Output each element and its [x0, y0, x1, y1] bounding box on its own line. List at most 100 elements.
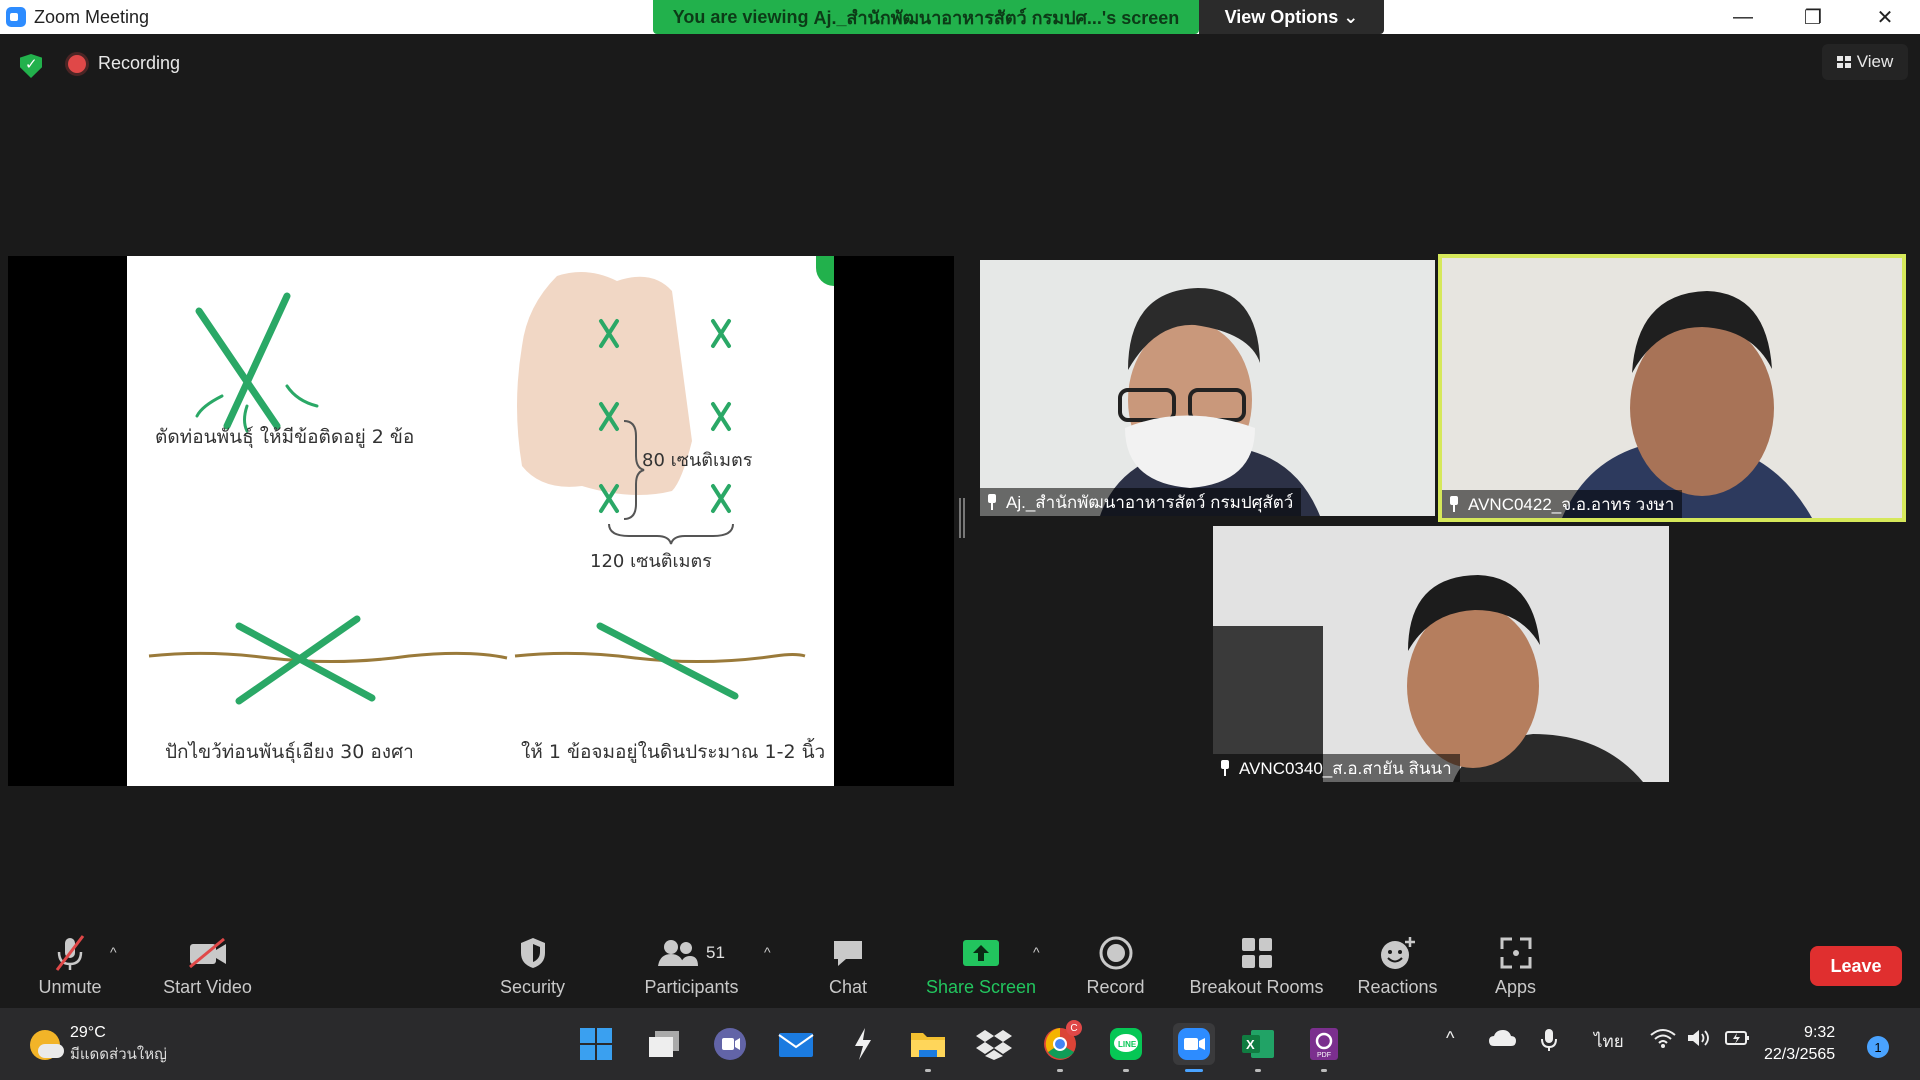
recording-dot-icon — [68, 55, 86, 73]
video-off-icon — [188, 938, 226, 968]
chrome-button[interactable]: C — [1042, 1020, 1082, 1072]
battery-button[interactable] — [1724, 1028, 1752, 1053]
svg-text:X: X — [1246, 1037, 1255, 1052]
weather-description: มีแดดส่วนใหญ่ — [70, 1046, 167, 1063]
close-button[interactable]: ✕ — [1850, 0, 1920, 34]
reactions-button[interactable]: Reactions — [1350, 922, 1445, 1008]
security-shield-icon — [520, 938, 545, 968]
view-options-button[interactable]: View Options ⌄ — [1199, 0, 1384, 34]
pdf-app-button[interactable]: PDF — [1306, 1026, 1342, 1072]
line-icon: LINE — [1110, 1028, 1142, 1060]
minimize-button[interactable]: — — [1708, 0, 1778, 34]
share-options-caret[interactable]: ^ — [1033, 944, 1040, 960]
dropbox-icon — [976, 1030, 1012, 1060]
clock-date: 22/3/2565 — [1764, 1046, 1836, 1063]
window-title: Zoom Meeting — [34, 6, 150, 27]
crossed-cuttings-illustration — [195, 292, 319, 433]
microphone-tray-icon — [1541, 1029, 1557, 1051]
tray-overflow-caret[interactable]: ^ — [1446, 1028, 1454, 1049]
chat-button[interactable]: Chat — [808, 922, 888, 1008]
input-language[interactable]: ไทย — [1594, 1028, 1624, 1055]
task-view-icon — [649, 1031, 679, 1057]
slide-caption-cross-planting: ปักไขว้ท่อนพันธุ์เอียง 30 องศา — [165, 741, 414, 763]
chat-label: Chat — [828, 977, 868, 997]
volume-button[interactable] — [1686, 1028, 1710, 1053]
share-banner-prefix: You are viewing — [672, 6, 809, 27]
security-button[interactable]: Security — [485, 922, 580, 1008]
microphone-tray-button[interactable] — [1540, 1028, 1558, 1057]
chat-bubble-icon — [834, 941, 862, 966]
share-screen-icon — [963, 940, 999, 966]
record-button[interactable]: Record — [1078, 922, 1153, 1008]
apps-icon — [1500, 937, 1531, 969]
security-label: Security — [499, 977, 566, 997]
excel-button[interactable]: X — [1240, 1026, 1276, 1072]
line-app-button[interactable]: LINE — [1108, 1026, 1144, 1072]
video-tile-active-speaker[interactable]: AVNC0422_จ.อ.อาทร วงษา — [1438, 254, 1906, 522]
windows-start-icon — [580, 1028, 612, 1060]
notification-badge[interactable]: 1 — [1867, 1036, 1889, 1058]
audio-options-caret[interactable]: ^ — [110, 944, 117, 960]
reactions-smiley-icon — [1380, 937, 1415, 969]
participants-options-caret[interactable]: ^ — [764, 944, 771, 960]
participant-name-tag: AVNC0422_จ.อ.อาทร วงษา — [1442, 490, 1683, 518]
view-label: View — [1856, 52, 1894, 71]
participants-button[interactable]: 51 Participants — [634, 922, 749, 1008]
video-tile-presenter[interactable]: Aj._สำนักพัฒนาอาหารสัตว์ กรมปศุสัตว์ — [980, 260, 1435, 516]
lightning-app-icon — [855, 1028, 871, 1060]
mail-app-button[interactable] — [778, 1026, 814, 1062]
unmute-button[interactable]: Unmute — [20, 922, 120, 1008]
app-lightning-button[interactable] — [845, 1026, 881, 1062]
presentation-slide: ตัดท่อนพันธุ์ ให้มีข้อติดอยู่ 2 ข้อ 80 เ… — [127, 256, 834, 786]
start-video-button[interactable]: Start Video — [150, 922, 265, 1008]
weather-widget[interactable]: 29°C มีแดดส่วนใหญ่ — [30, 1024, 167, 1066]
split-divider-handle[interactable] — [959, 498, 965, 538]
crossed-planting-illustration — [148, 615, 508, 705]
battery-charging-icon — [1725, 1031, 1749, 1045]
planting-field-illustration — [517, 272, 734, 545]
participant-name: Aj._สำนักพัฒนาอาหารสัตว์ กรมปศุสัตว์ — [1006, 492, 1294, 512]
breakout-rooms-button[interactable]: Breakout Rooms — [1184, 922, 1329, 1008]
zoom-app-button[interactable] — [1173, 1023, 1215, 1072]
encryption-shield-icon[interactable] — [20, 54, 42, 78]
speaker-icon — [1688, 1030, 1709, 1046]
zoom-app-icon — [6, 7, 26, 27]
weather-temperature: 29°C — [70, 1024, 106, 1041]
share-screen-button[interactable]: Share Screen — [920, 922, 1042, 1008]
pin-icon — [1219, 760, 1231, 776]
wifi-button[interactable] — [1650, 1028, 1676, 1053]
start-button[interactable] — [578, 1026, 614, 1062]
windows-taskbar: 29°C มีแดดส่วนใหญ่ C LINE X PDF ^ ไทย 9:… — [0, 1008, 1920, 1080]
apps-button[interactable]: Apps — [1478, 922, 1553, 1008]
start-video-label: Start Video — [163, 977, 252, 997]
shared-screen[interactable]: ตัดท่อนพันธุ์ ให้มีข้อติดอยู่ 2 ข้อ 80 เ… — [8, 256, 954, 786]
leave-button[interactable]: Leave — [1810, 946, 1902, 986]
dropbox-button[interactable] — [976, 1026, 1012, 1062]
teams-chat-button[interactable] — [712, 1026, 748, 1062]
slide-caption-depth: ให้ 1 ข้อจมอยู่ในดินประมาณ 1-2 นิ้ว — [521, 741, 826, 763]
excel-icon: X — [1242, 1030, 1274, 1058]
participant-name: AVNC0340_ส.อ.สายัน สินนา — [1239, 758, 1452, 778]
share-screen-label: Share Screen — [925, 977, 1037, 997]
video-tile-participant[interactable]: AVNC0340_ส.อ.สายัน สินนา — [1213, 526, 1669, 782]
file-explorer-button[interactable] — [910, 1026, 946, 1072]
participant-name-tag: AVNC0340_ส.อ.สายัน สินนา — [1213, 754, 1460, 782]
zoom-icon — [1178, 1028, 1210, 1060]
task-view-button[interactable] — [646, 1026, 682, 1062]
system-clock[interactable]: 9:32 22/3/2565 — [1764, 1022, 1835, 1066]
pdf-icon: PDF — [1310, 1028, 1338, 1060]
slide-caption-cutting: ตัดท่อนพันธุ์ ให้มีข้อติดอยู่ 2 ข้อ — [155, 426, 415, 448]
recording-label[interactable]: Recording — [98, 53, 180, 74]
onedrive-cloud-icon — [1489, 1030, 1516, 1046]
pin-icon — [986, 494, 998, 510]
slide-illustrations — [148, 272, 806, 705]
onedrive-button[interactable] — [1488, 1028, 1516, 1053]
view-button[interactable]: View — [1822, 44, 1908, 80]
restore-button[interactable]: ❐ — [1778, 0, 1848, 34]
participants-label: Participants — [644, 977, 739, 997]
pin-icon — [1448, 496, 1460, 512]
meeting-toolbar: Unmute ^ Start Video Security 51 Partici… — [0, 922, 1920, 1008]
breakout-rooms-icon — [1241, 938, 1272, 968]
slide-label-80cm: 80 เซนติเมตร — [642, 450, 753, 471]
unmute-label: Unmute — [38, 977, 102, 997]
